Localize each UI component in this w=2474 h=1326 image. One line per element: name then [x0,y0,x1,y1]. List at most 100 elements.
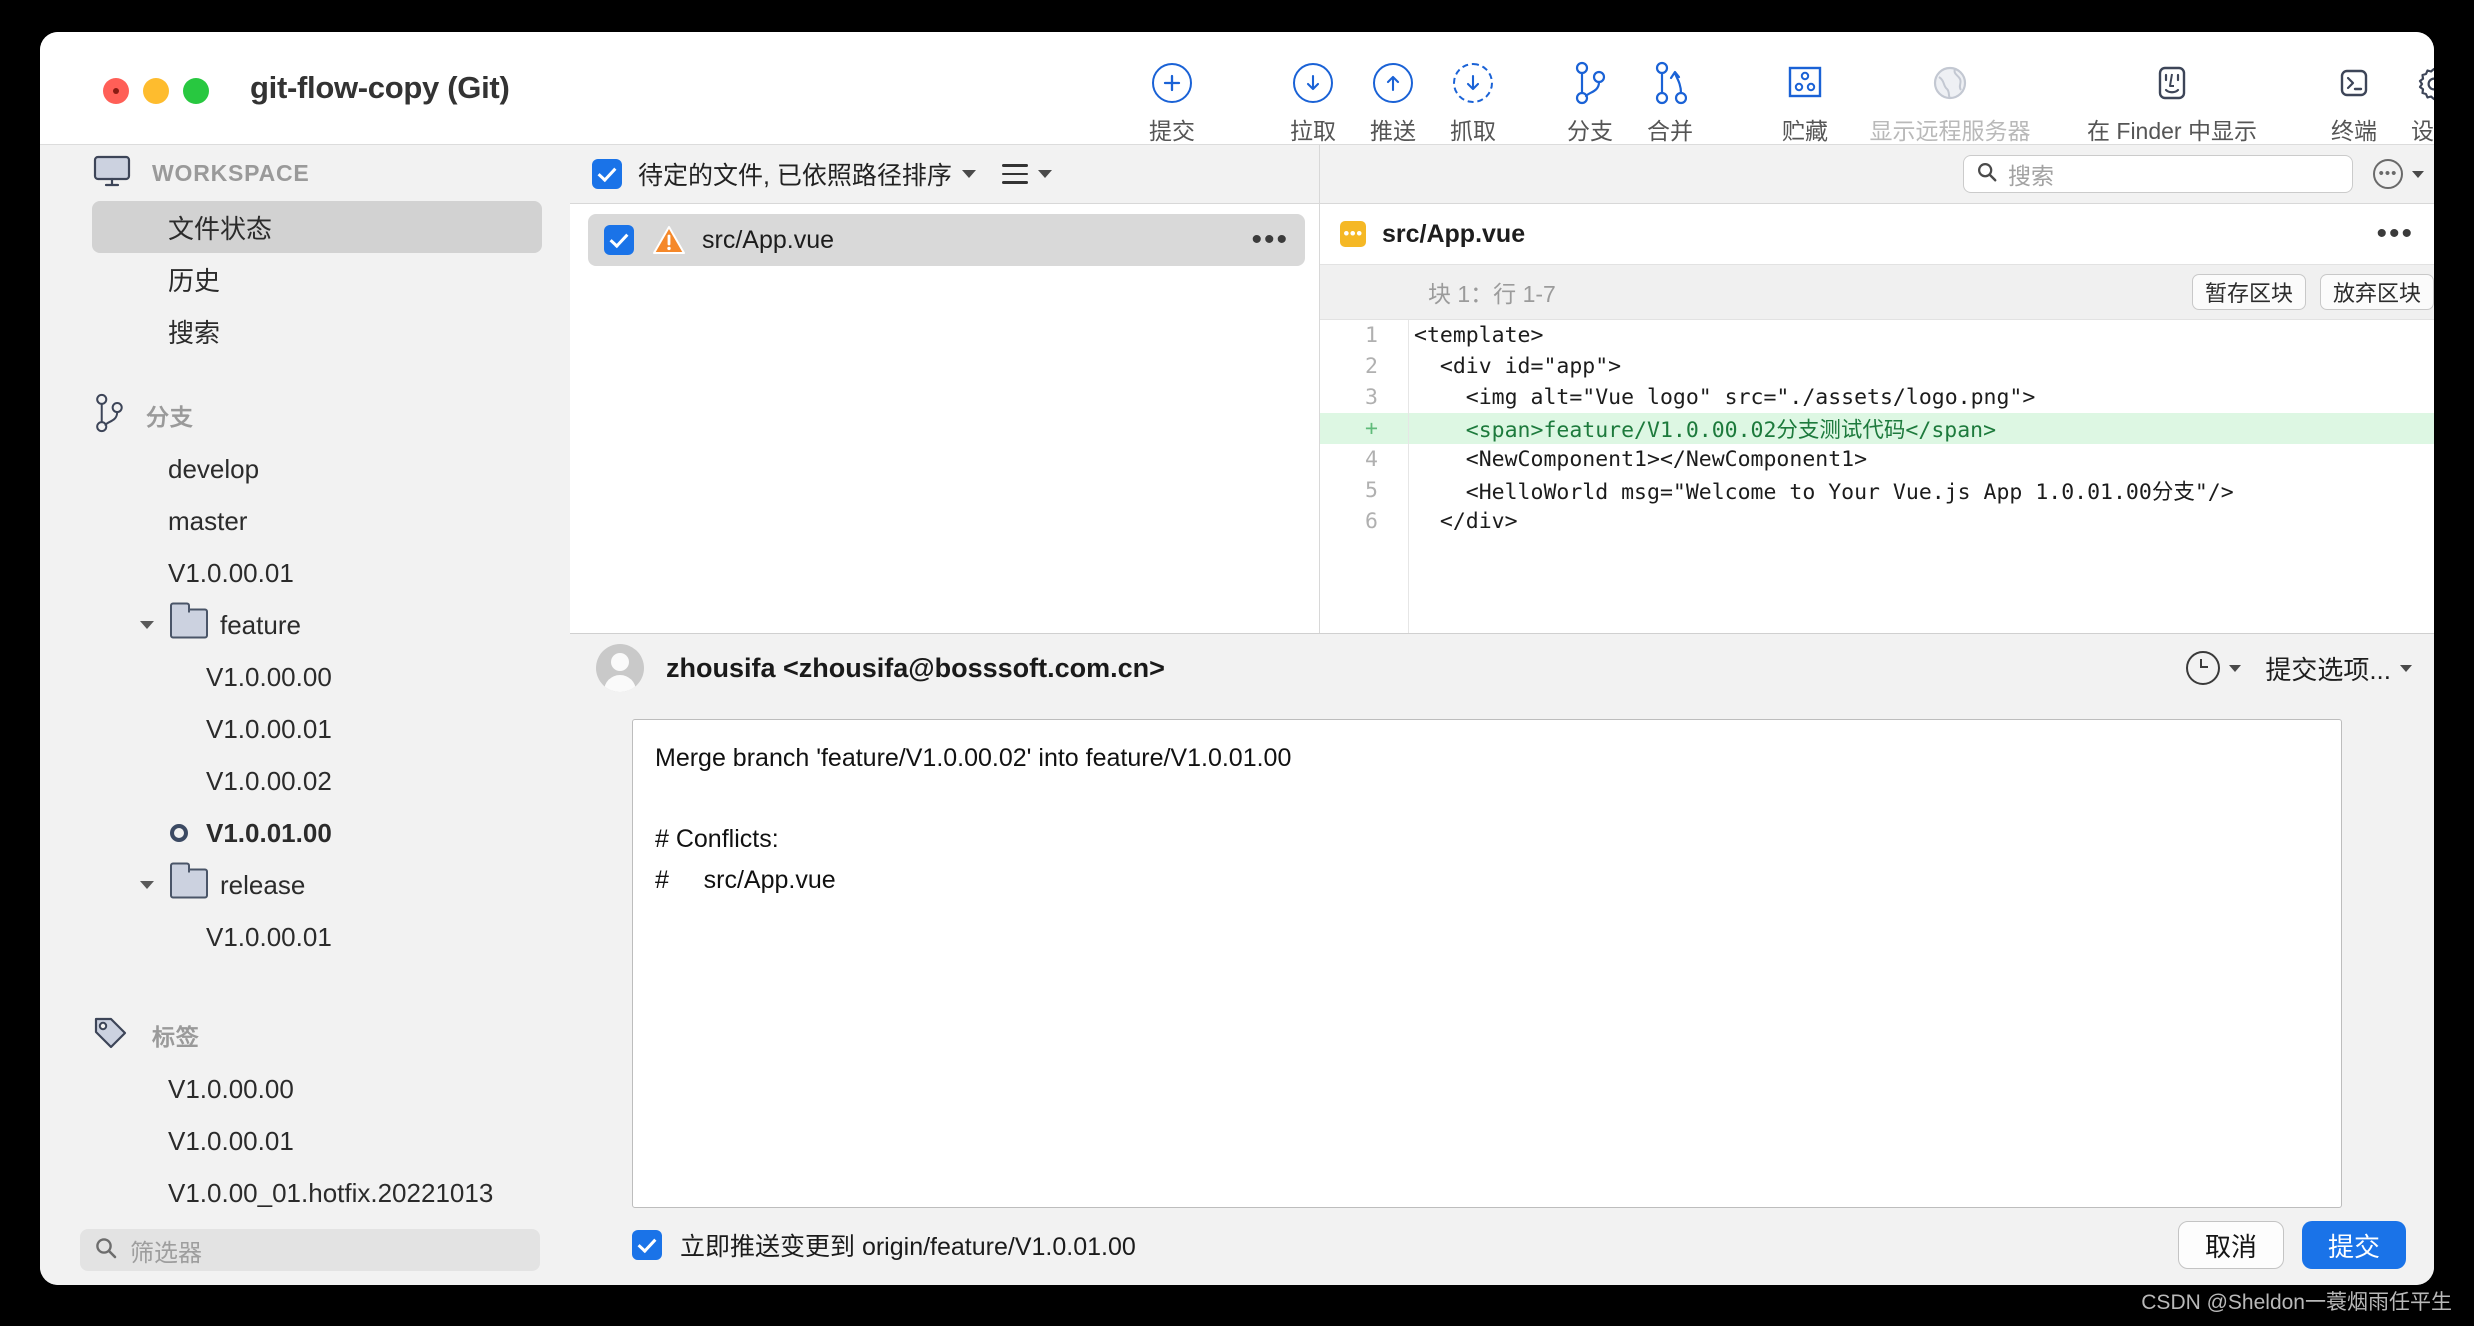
warning-triangle-icon [652,225,686,255]
watermark: CSDN @Sheldon一蓑烟雨任平生 [2141,1291,2452,1314]
diff-line: 4 <NewComponent1></NewComponent1> [1320,444,2434,475]
diff-line-text: <img alt="Vue logo" src="./assets/logo.p… [1414,385,2036,410]
commit-header: zhousifa <zhousifa@bosssoft.com.cn> 提交选项… [570,634,2434,702]
diff-view-options-icon[interactable]: ••• [2373,159,2403,189]
cancel-button[interactable]: 取消 [2177,1221,2284,1269]
discard-hunk-button[interactable]: 放弃区块 [2319,274,2434,310]
maximize-window-button[interactable] [183,78,209,104]
commit-options-button[interactable]: 提交选项... [2265,650,2391,687]
commit-message-textarea[interactable]: Merge branch 'feature/V1.0.00.02' into f… [632,719,2342,1208]
sidebar-branch-feature-v1-0-00-01[interactable]: V1.0.00.01 [40,703,570,755]
select-all-files-checkbox[interactable] [592,159,622,189]
gear-icon [2413,60,2434,106]
sidebar-branch-label: master [168,505,248,536]
file-list-row-src-app-vue[interactable]: src/App.vue ••• [588,214,1305,266]
sidebar-branch-develop[interactable]: develop [40,443,570,495]
toolbar-button-show-in-finder[interactable]: 在 Finder 中显示 [2062,60,2282,146]
diff-line: 3 <img alt="Vue logo" src="./assets/logo… [1320,382,2434,413]
file-list-panel: 待定的文件, 已依照路径排序 src/App.vue ••• [570,145,1320,633]
sidebar-branch-master[interactable]: master [40,495,570,547]
diff-line-text: <div id="app"> [1414,354,1622,379]
terminal-icon [2333,60,2375,106]
sidebar-tag-v1-0-00-00[interactable]: V1.0.00.00 [40,1063,570,1115]
sidebar-branch-folder-feature[interactable]: feature [40,599,570,651]
diff-search-bar: 搜索 ••• [1320,145,2434,203]
push-changes-checkbox[interactable] [632,1230,662,1260]
sidebar-heading-workspace: WORKSPACE [152,159,310,186]
finder-icon [2151,60,2193,106]
chevron-down-icon[interactable] [961,170,976,178]
monitor-icon [92,154,132,193]
file-row-more-button[interactable]: ••• [1251,225,1289,255]
diff-line: 5 <HelloWorld msg="Welcome to Your Vue.j… [1320,475,2434,506]
globe-icon [1929,60,1971,106]
commit-button[interactable]: 提交 [2301,1221,2406,1269]
diff-line-number: 2 [1365,354,1378,379]
diff-line-number: 4 [1365,447,1378,472]
sidebar-filter-placeholder: 筛选器 [130,1239,202,1267]
sidebar-filter-input[interactable]: 筛选器 [80,1229,540,1271]
sidebar-label-search: 搜索 [168,317,221,348]
stage-hunk-button[interactable]: 暂存区块 [2191,274,2306,310]
list-view-icon[interactable] [1001,164,1028,184]
sidebar-section-workspace: WORKSPACE [40,145,570,201]
window-title: git-flow-copy (Git) [250,70,510,105]
sidebar-tag-label: V1.0.00_01.hotfix.20221013 [168,1177,494,1208]
clock-icon[interactable] [2186,651,2221,685]
sidebar-item-history[interactable]: 历史 [40,253,570,305]
toolbar-button-commit[interactable]: 提交 [1112,60,1232,146]
diff-line-added: + <span>feature/V1.0.00.02分支测试代码</span> [1320,413,2434,444]
close-window-button[interactable] [103,78,129,104]
sidebar-item-search[interactable]: 搜索 [40,305,570,357]
file-list-header: 待定的文件, 已依照路径排序 [570,145,1319,204]
sidebar-item-file-status[interactable]: 文件状态 [92,201,542,253]
sidebar-heading-tags: 标签 [152,1024,200,1050]
toolbar-button-show-remote-servers[interactable]: 显示远程服务器 [1840,60,2060,146]
chevron-down-icon[interactable] [140,621,154,629]
diff-file-more-button[interactable]: ••• [2376,219,2414,249]
sidebar-branch-release-v1-0-00-01[interactable]: V1.0.00.01 [40,911,570,963]
chevron-down-icon[interactable] [140,881,154,889]
diff-line-text: <NewComponent1></NewComponent1> [1414,447,1868,472]
conflict-badge-icon: ••• [1340,221,1366,247]
chevron-down-icon[interactable] [2229,664,2242,672]
diff-line-text: <template> [1414,323,1544,348]
toolbar-button-settings[interactable]: 设置 [2374,60,2434,146]
sidebar-branch-feature-v1-0-00-02[interactable]: V1.0.00.02 [40,755,570,807]
search-icon [94,1236,118,1265]
chevron-down-icon[interactable] [2400,664,2412,672]
diff-line-number: 1 [1365,323,1378,348]
toolbar-button-fetch[interactable]: 抓取 [1413,60,1533,146]
sidebar-tag-label: V1.0.00.01 [168,1125,294,1156]
chevron-down-icon[interactable] [1037,170,1052,178]
sidebar-tag-v1-0-00-01[interactable]: V1.0.00.01 [40,1115,570,1167]
minimize-window-button[interactable] [143,78,169,104]
sidebar-branch-v1-0-00-01[interactable]: V1.0.00.01 [40,547,570,599]
sidebar-branch-feature-v1-0-00-00[interactable]: V1.0.00.00 [40,651,570,703]
sidebar-tag-hotfix[interactable]: V1.0.00_01.hotfix.20221013 [40,1167,570,1219]
diff-line-text: <HelloWorld msg="Welcome to Your Vue.js … [1414,480,2234,505]
tag-icon [92,1015,132,1056]
diff-line-number: 6 [1365,509,1378,534]
diff-code-view[interactable]: 1 <template> 2 <div id="app"> 3 <img alt… [1320,320,2434,634]
arrow-down-dashed-circle-icon [1453,60,1493,106]
sidebar-branch-folder-release[interactable]: release [40,859,570,911]
toolbar-label-merge: 合并 [1647,118,1693,144]
toolbar-label-terminal: 终端 [2331,118,2377,144]
commit-footer: 立即推送变更到 origin/feature/V1.0.01.00 取消 提交 [570,1205,2434,1285]
sidebar-branch-feature-v1-0-01-00[interactable]: V1.0.01.00 [40,807,570,859]
diff-line-number: 3 [1365,385,1378,410]
chevron-down-icon[interactable] [2412,170,2424,178]
diff-search-input[interactable]: 搜索 [1963,155,2353,193]
commit-author-label: zhousifa <zhousifa@bosssoft.com.cn> [666,652,1165,683]
diff-search-placeholder: 搜索 [2008,163,2054,189]
toolbar-button-merge[interactable]: 合并 [1610,60,1730,146]
file-stage-checkbox[interactable] [604,225,634,255]
file-list-header-label: 待定的文件, 已依照路径排序 [638,162,952,190]
search-icon [1976,161,1998,188]
arrow-up-circle-icon [1373,60,1413,106]
commit-panel: zhousifa <zhousifa@bosssoft.com.cn> 提交选项… [570,633,2434,1285]
merge-icon [1653,60,1687,106]
folder-icon [170,602,208,639]
sidebar-branch-label: V1.0.00.01 [168,557,294,588]
